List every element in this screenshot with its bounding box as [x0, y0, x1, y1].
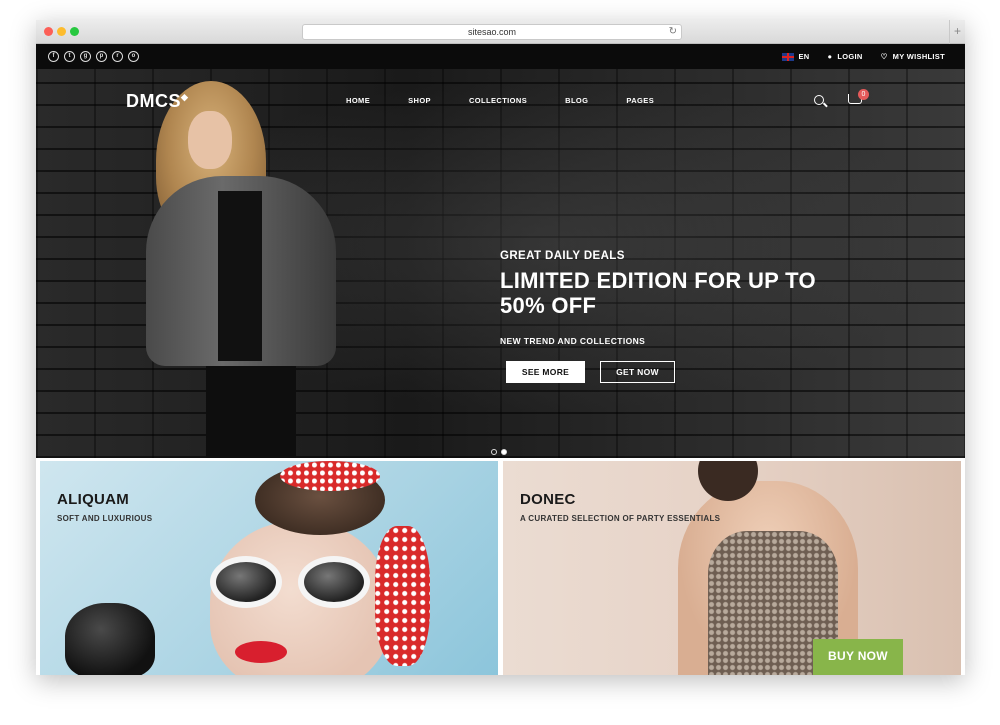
site-logo[interactable]: DMCS◆: [126, 91, 188, 112]
see-more-button[interactable]: SEE MORE: [506, 361, 585, 383]
rss-icon[interactable]: r: [112, 51, 123, 62]
banner-left-title: ALIQUAM: [57, 491, 130, 508]
twitter-icon[interactable]: t: [64, 51, 75, 62]
facebook-icon[interactable]: f: [48, 51, 59, 62]
uk-flag-icon: [781, 52, 794, 61]
cart-count-badge: 0: [858, 89, 869, 100]
diamond-icon: ◆: [181, 92, 189, 102]
browser-window: sitesao.com ↻ + f t g p r o EN ● LOGIN ♡…: [36, 20, 965, 675]
language-label: EN: [798, 52, 810, 61]
browser-chrome: sitesao.com ↻ +: [36, 20, 965, 44]
banner-aliquam[interactable]: ALIQUAM SOFT AND LUXURIOUS: [40, 461, 498, 675]
address-bar[interactable]: sitesao.com ↻: [302, 24, 682, 40]
maximize-window-button[interactable]: [70, 27, 79, 36]
new-tab-button[interactable]: +: [949, 20, 965, 44]
top-bar-links: EN ● LOGIN ♡ MY WISHLIST: [781, 44, 946, 69]
hero-buttons: SEE MORE GET NOW: [506, 361, 675, 383]
pinterest-icon[interactable]: p: [96, 51, 107, 62]
boxing-glove-image: [65, 603, 155, 675]
hero-headline: LIMITED EDITION FOR UP TO 50% OFF: [500, 268, 816, 318]
nav-pages[interactable]: PAGES: [626, 96, 654, 105]
banner-right-subtitle: A CURATED SELECTION OF PARTY ESSENTIALS: [520, 514, 721, 523]
slide-dot-2[interactable]: [501, 449, 507, 455]
login-label: LOGIN: [837, 52, 863, 61]
wishlist-link[interactable]: ♡ MY WISHLIST: [881, 52, 945, 61]
hero-eyebrow: GREAT DAILY DEALS: [500, 250, 625, 262]
language-selector[interactable]: EN: [781, 52, 810, 61]
nav-home[interactable]: HOME: [346, 96, 370, 105]
close-window-button[interactable]: [44, 27, 53, 36]
wishlist-label: MY WISHLIST: [892, 52, 945, 61]
red-scarf-bow: [280, 461, 380, 491]
reload-icon[interactable]: ↻: [669, 25, 677, 39]
banner-donec[interactable]: DONEC A CURATED SELECTION OF PARTY ESSEN…: [503, 461, 961, 675]
google-plus-icon[interactable]: g: [80, 51, 91, 62]
hero-slider: DMCS◆ HOME SHOP COLLECTIONS BLOG PAGES 0…: [36, 69, 965, 458]
main-nav: HOME SHOP COLLECTIONS BLOG PAGES: [346, 96, 654, 105]
banner-left-subtitle: SOFT AND LUXURIOUS: [57, 514, 153, 523]
model-legs: [206, 366, 296, 458]
get-now-button[interactable]: GET NOW: [600, 361, 675, 383]
slide-dot-1[interactable]: [491, 449, 497, 455]
red-lips: [235, 641, 287, 663]
nav-blog[interactable]: BLOG: [565, 96, 588, 105]
top-bar: f t g p r o EN ● LOGIN ♡ MY WISHLIST: [36, 44, 965, 69]
slider-pagination: [491, 449, 507, 455]
hero-model-image: [146, 81, 346, 458]
buy-now-button[interactable]: BUY NOW: [813, 639, 903, 675]
model-face: [188, 111, 232, 169]
nav-shop[interactable]: SHOP: [408, 96, 431, 105]
hero-subtitle: NEW TREND AND COLLECTIONS: [500, 336, 646, 346]
sunglasses-image: [210, 556, 375, 611]
nav-collections[interactable]: COLLECTIONS: [469, 96, 527, 105]
model-shirt: [218, 191, 262, 361]
hero-caption: GREAT DAILY DEALS LIMITED EDITION FOR UP…: [500, 250, 820, 346]
address-bar-url: sitesao.com: [467, 27, 517, 37]
left-lens: [210, 556, 282, 608]
banner-right-title: DONEC: [520, 491, 576, 508]
red-scarf-side: [375, 526, 430, 666]
social-links: f t g p r o: [48, 51, 139, 62]
right-lens: [298, 556, 370, 608]
search-icon[interactable]: [814, 95, 824, 105]
instagram-icon[interactable]: o: [128, 51, 139, 62]
login-link[interactable]: ● LOGIN: [828, 52, 863, 61]
logo-text: DMCS: [126, 91, 181, 111]
minimize-window-button[interactable]: [57, 27, 66, 36]
heart-icon: ♡: [880, 52, 888, 61]
user-icon: ●: [827, 52, 833, 61]
